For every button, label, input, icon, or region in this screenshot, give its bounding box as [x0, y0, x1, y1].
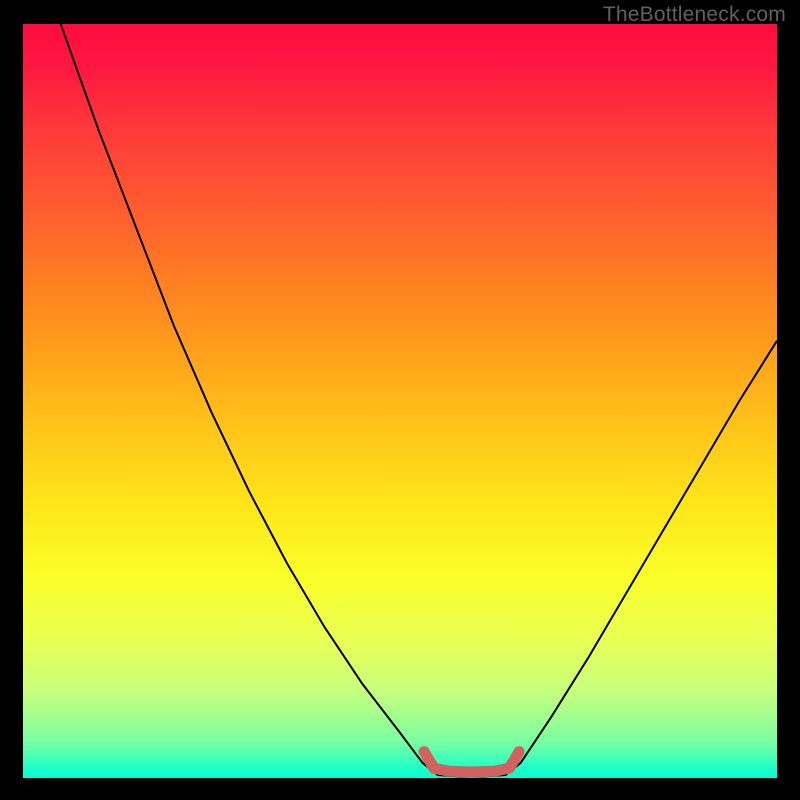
- chart-stage: TheBottleneck.com: [0, 0, 800, 800]
- chart-svg: [23, 24, 777, 778]
- chart-plot-area: [23, 24, 777, 778]
- chart-series-group: [61, 24, 777, 776]
- series-curve: [61, 24, 777, 776]
- series-optimal-zone-marker: [424, 752, 519, 772]
